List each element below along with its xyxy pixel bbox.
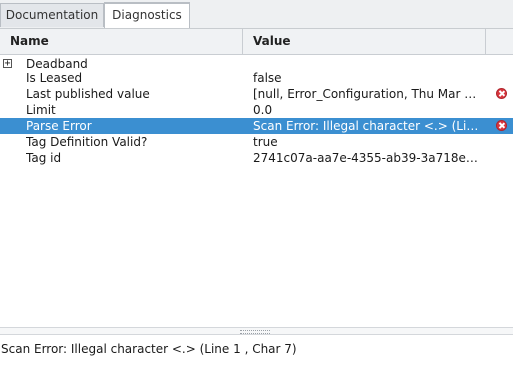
error-circle-icon: [496, 120, 507, 131]
row-name: Last published value: [26, 87, 150, 101]
column-header-name[interactable]: Name: [0, 29, 243, 54]
tab-bar: Documentation Diagnostics: [0, 0, 513, 29]
plus-expander-icon[interactable]: +: [3, 59, 12, 69]
panel-splitter[interactable]: [0, 327, 513, 335]
table-row[interactable]: Last published value [null, Error_Config…: [0, 86, 513, 102]
table-row[interactable]: Tag id 2741c07a-aa7e-4355-ab39-3a718e14.…: [0, 150, 513, 166]
row-name: Is Leased: [26, 71, 83, 85]
row-value: false: [253, 71, 282, 85]
splitter-grip-icon[interactable]: [240, 330, 270, 334]
error-circle-icon: [496, 88, 507, 99]
diagnostics-table: Name Value + Deadband Is Leased false La…: [0, 29, 513, 327]
row-value: Scan Error: Illegal character <.> (Line …: [253, 119, 479, 133]
table-row[interactable]: Is Leased false: [0, 70, 513, 86]
detail-panel: Scan Error: Illegal character <.> (Line …: [0, 336, 513, 379]
row-value: true: [253, 135, 278, 149]
row-name: Parse Error: [26, 119, 92, 133]
row-name: Tag id: [26, 151, 62, 165]
column-header-value[interactable]: Value: [243, 29, 486, 54]
table-row-selected[interactable]: Parse Error Scan Error: Illegal characte…: [0, 118, 513, 134]
tab-documentation[interactable]: Documentation: [0, 3, 104, 27]
table-row[interactable]: Tag Definition Valid? true: [0, 134, 513, 150]
tab-diagnostics[interactable]: Diagnostics: [104, 2, 190, 28]
row-value: 2741c07a-aa7e-4355-ab39-3a718e14...: [253, 151, 479, 165]
column-header-status[interactable]: [486, 29, 513, 54]
detail-message: Scan Error: Illegal character <.> (Line …: [1, 342, 297, 356]
table-header: Name Value: [0, 29, 513, 55]
row-value: 0.0: [253, 103, 273, 117]
table-row[interactable]: Limit 0.0: [0, 102, 513, 118]
row-value: [null, Error_Configuration, Thu Mar 28 .…: [253, 87, 479, 101]
row-name: Limit: [26, 103, 56, 117]
row-name: Tag Definition Valid?: [26, 135, 148, 149]
